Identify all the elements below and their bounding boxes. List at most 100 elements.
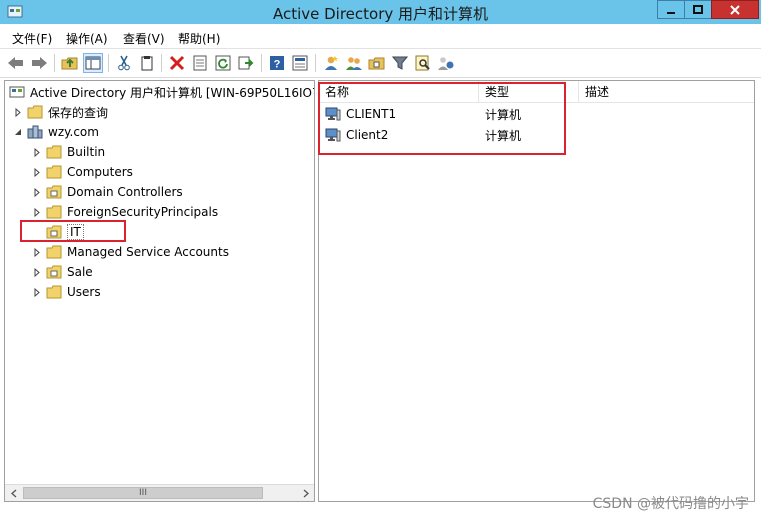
menu-file[interactable]: 文件(F) bbox=[12, 30, 52, 47]
tree-item-builtin[interactable]: Builtin bbox=[32, 143, 105, 161]
help-icon: ? bbox=[270, 56, 284, 71]
expand-arrow[interactable] bbox=[32, 263, 42, 281]
find-button[interactable] bbox=[413, 53, 433, 73]
toolbar-separator bbox=[161, 54, 162, 72]
expand-arrow[interactable] bbox=[32, 143, 42, 161]
export-list-button[interactable] bbox=[236, 53, 256, 73]
chevron-right-icon bbox=[34, 287, 40, 297]
folder-icon bbox=[46, 165, 62, 179]
expand-arrow[interactable] bbox=[32, 283, 42, 301]
tree-item-label: Computers bbox=[67, 165, 133, 179]
toolbar-separator bbox=[54, 54, 55, 72]
delete-button[interactable] bbox=[167, 53, 187, 73]
new-group-icon bbox=[346, 57, 362, 70]
folder-icon bbox=[46, 245, 62, 259]
back-arrow-icon bbox=[8, 57, 23, 69]
title-bar: Active Directory 用户和计算机 bbox=[0, 0, 761, 24]
minimize-button[interactable] bbox=[657, 0, 685, 19]
copy-button[interactable] bbox=[137, 53, 157, 73]
refresh-button[interactable] bbox=[213, 53, 233, 73]
properties-icon bbox=[193, 55, 207, 71]
toolbar-separator bbox=[261, 54, 262, 72]
help-topics-icon bbox=[292, 55, 308, 71]
menu-view[interactable]: 查看(V) bbox=[123, 30, 165, 47]
chevron-right-icon bbox=[34, 267, 40, 277]
refresh-icon bbox=[215, 55, 231, 71]
toolbar-separator bbox=[315, 54, 316, 72]
toolbar-separator bbox=[108, 54, 109, 72]
watermark: CSDN @被代码撸的小宇 bbox=[592, 496, 749, 512]
tree-item-foreign-security-principals[interactable]: ForeignSecurityPrincipals bbox=[32, 203, 218, 221]
tree-item-label: Domain Controllers bbox=[67, 185, 183, 199]
chevron-right-icon bbox=[34, 247, 40, 257]
help-topics-button[interactable] bbox=[290, 53, 310, 73]
new-user-button[interactable] bbox=[321, 53, 341, 73]
tree-item-users[interactable]: Users bbox=[32, 283, 101, 301]
tree-root[interactable]: Active Directory 用户和计算机 [WIN-69P50L16IO7… bbox=[9, 83, 315, 101]
expand-arrow[interactable] bbox=[32, 243, 42, 261]
console-tree-pane[interactable]: Active Directory 用户和计算机 [WIN-69P50L16IO7… bbox=[4, 80, 315, 502]
expand-arrow[interactable] bbox=[32, 183, 42, 201]
new-ou-button[interactable] bbox=[367, 53, 387, 73]
chevron-left-icon bbox=[10, 489, 16, 497]
minimize-icon bbox=[667, 11, 675, 14]
tree-item-sale[interactable]: Sale bbox=[32, 263, 93, 281]
tree-item-computers[interactable]: Computers bbox=[32, 163, 133, 181]
expand-arrow[interactable] bbox=[13, 103, 23, 121]
expand-arrow[interactable] bbox=[32, 203, 42, 221]
filter-icon bbox=[392, 56, 408, 70]
forward-arrow-icon bbox=[32, 57, 47, 69]
close-icon bbox=[730, 4, 740, 15]
tree-item-label: wzy.com bbox=[48, 125, 99, 139]
tree-item-managed-service-accounts[interactable]: Managed Service Accounts bbox=[32, 243, 229, 261]
find-icon bbox=[415, 55, 430, 71]
folder-icon bbox=[46, 205, 62, 219]
tree-item-label: Builtin bbox=[67, 145, 106, 159]
folder-icon bbox=[27, 105, 43, 119]
copy-icon bbox=[141, 56, 153, 71]
new-ou-icon bbox=[368, 57, 385, 70]
new-user-icon bbox=[325, 56, 338, 70]
show-hide-console-tree-button[interactable] bbox=[83, 53, 103, 73]
tree-root-label: Active Directory 用户和计算机 [WIN-69P50L16IO7… bbox=[30, 85, 315, 100]
horizontal-scrollbar[interactable]: III bbox=[5, 484, 314, 501]
highlight-box-computers-list bbox=[318, 82, 566, 155]
add-to-group-icon bbox=[438, 57, 454, 70]
tree-item-label: 保存的查询 bbox=[48, 105, 109, 120]
tree-item-label: Managed Service Accounts bbox=[67, 245, 229, 259]
properties-button[interactable] bbox=[190, 53, 210, 73]
maximize-button[interactable] bbox=[684, 0, 712, 19]
scrollbar-thumb[interactable]: III bbox=[23, 487, 263, 499]
tree-item-label: Sale bbox=[67, 265, 93, 279]
column-header-description[interactable]: 描述 bbox=[579, 81, 754, 102]
forward-button[interactable] bbox=[29, 53, 49, 73]
chevron-right-icon bbox=[34, 147, 40, 157]
back-button[interactable] bbox=[6, 53, 26, 73]
window-title: Active Directory 用户和计算机 bbox=[272, 5, 489, 23]
help-button[interactable]: ? bbox=[267, 53, 287, 73]
tree-item-domain-controllers[interactable]: Domain Controllers bbox=[32, 183, 183, 201]
menu-bar: 文件(F) 操作(A) 查看(V) 帮助(H) bbox=[0, 25, 761, 49]
ad-root-icon bbox=[9, 86, 25, 98]
tree-item-label: Users bbox=[67, 285, 101, 299]
scroll-right-button[interactable] bbox=[297, 485, 314, 501]
menu-help[interactable]: 帮助(H) bbox=[178, 30, 220, 47]
tree-item-domain[interactable]: wzy.com bbox=[13, 123, 99, 141]
expand-arrow[interactable] bbox=[32, 163, 42, 181]
export-list-icon bbox=[238, 56, 254, 70]
collapse-arrow[interactable] bbox=[13, 123, 23, 141]
tree-item-saved-queries[interactable]: 保存的查询 bbox=[13, 103, 108, 121]
maximize-icon bbox=[693, 4, 703, 14]
scroll-left-button[interactable] bbox=[5, 485, 22, 501]
close-button[interactable] bbox=[711, 0, 759, 19]
chevron-down-icon bbox=[15, 129, 21, 135]
menu-action[interactable]: 操作(A) bbox=[66, 30, 108, 47]
chevron-right-icon bbox=[303, 489, 309, 497]
add-to-group-button[interactable] bbox=[436, 53, 456, 73]
cut-button[interactable] bbox=[114, 53, 134, 73]
filter-button[interactable] bbox=[390, 53, 410, 73]
folder-icon bbox=[46, 145, 62, 159]
chevron-right-icon bbox=[34, 167, 40, 177]
new-group-button[interactable] bbox=[344, 53, 364, 73]
up-one-level-button[interactable] bbox=[60, 53, 80, 73]
